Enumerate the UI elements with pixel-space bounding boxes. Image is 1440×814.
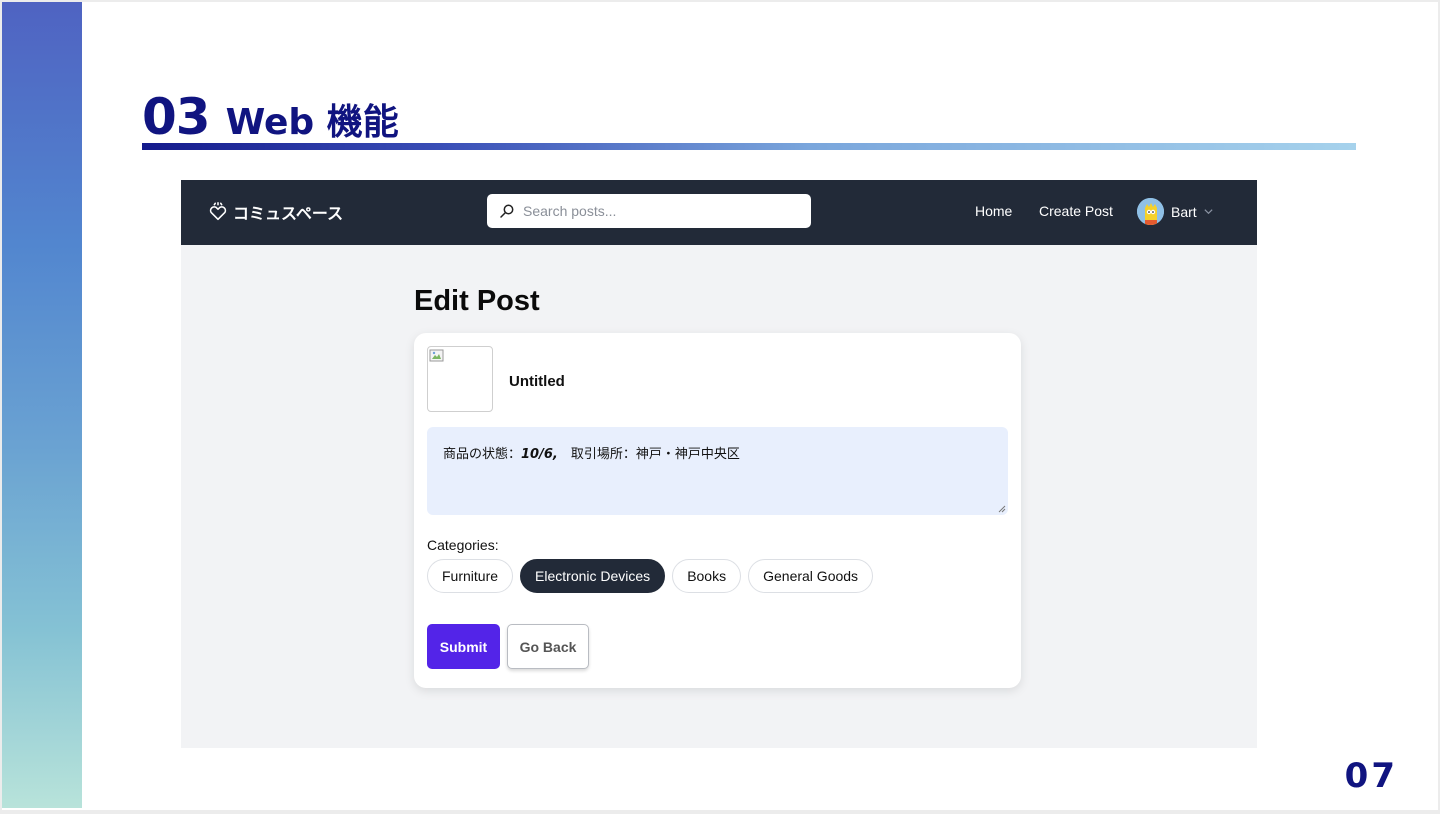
edit-post-card: Untitled 商品の状態：10/6, 取引場所：神戸・神戸中央区 Categ…	[414, 333, 1021, 688]
page-title: Edit Post	[414, 285, 540, 317]
search-input[interactable]	[521, 202, 811, 220]
resize-handle-icon[interactable]	[998, 505, 1006, 513]
brand-logo[interactable]: コミュスペース	[207, 200, 343, 224]
section-title: Web 機能	[225, 102, 399, 143]
category-list: Furniture Electronic Devices Books Gener…	[427, 559, 874, 593]
navbar: コミュスペース Home Create Post Bart	[181, 180, 1257, 245]
slide-title: 03 Web 機能	[142, 88, 399, 146]
broken-image-icon	[429, 349, 444, 362]
search-icon	[500, 204, 514, 218]
search-bar[interactable]	[487, 194, 811, 228]
category-chip-furniture[interactable]: Furniture	[427, 559, 514, 593]
user-name: Bart	[1171, 203, 1197, 220]
post-image[interactable]	[427, 346, 493, 412]
description-prefix: 商品の状態：	[443, 447, 522, 462]
description-textarea[interactable]: 商品の状態：10/6, 取引場所：神戸・神戸中央区	[427, 427, 1008, 515]
brand-name: コミュスペース	[233, 204, 344, 223]
category-chip-general-goods[interactable]: General Goods	[748, 559, 874, 593]
app-screenshot: コミュスペース Home Create Post Bart	[181, 180, 1257, 748]
chevron-down-icon	[1204, 209, 1213, 215]
nav-create-post-link[interactable]: Create Post	[1039, 203, 1113, 219]
categories-label: Categories:	[427, 537, 499, 553]
submit-button[interactable]: Submit	[427, 624, 500, 669]
post-title: Untitled	[509, 373, 565, 390]
avatar-icon	[1137, 198, 1164, 225]
user-menu[interactable]: Bart	[1137, 198, 1214, 225]
side-decoration-band	[2, 2, 82, 808]
section-number: 03	[142, 88, 211, 146]
page-number: 07	[1344, 756, 1398, 796]
category-chip-electronic-devices[interactable]: Electronic Devices	[520, 559, 666, 593]
description-condition: 10/6,	[521, 447, 558, 462]
title-underline	[142, 143, 1356, 150]
description-suffix: 取引場所：神戸・神戸中央区	[557, 447, 740, 462]
category-chip-books[interactable]: Books	[672, 559, 742, 593]
nav-home-link[interactable]: Home	[975, 203, 1012, 219]
heart-hands-icon	[209, 202, 227, 221]
go-back-button[interactable]: Go Back	[507, 624, 589, 669]
